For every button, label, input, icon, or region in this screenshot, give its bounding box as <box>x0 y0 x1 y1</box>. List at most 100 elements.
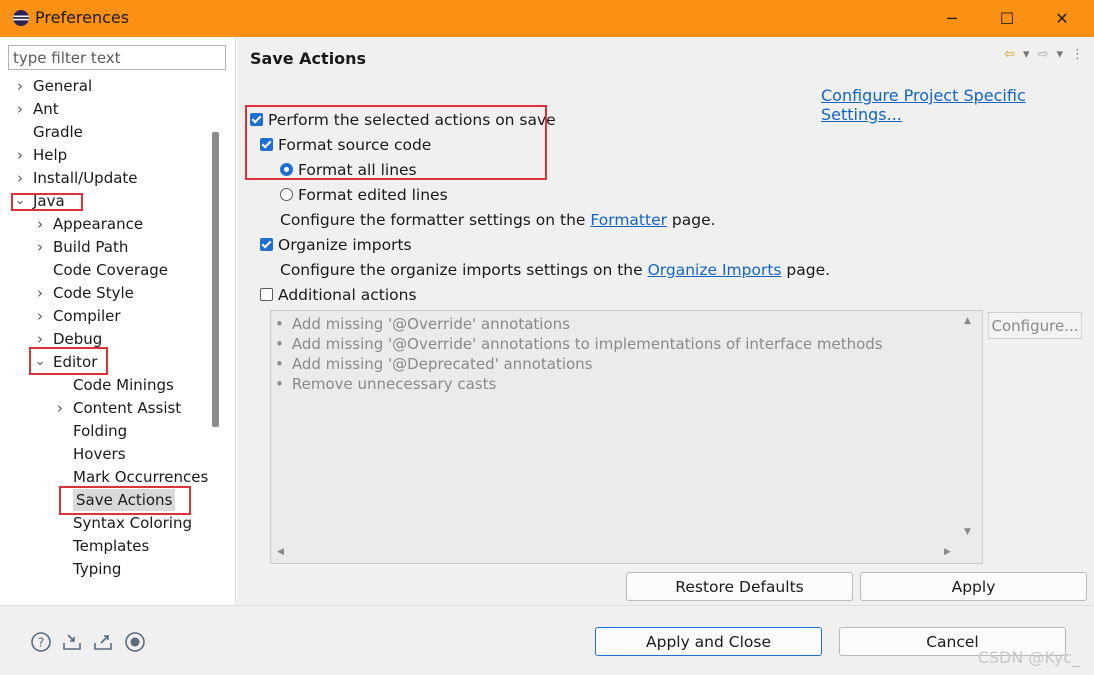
minimize-icon: ─ <box>947 9 957 28</box>
tree-item-label: Code Minings <box>73 376 174 394</box>
list-item[interactable]: Add missing '@Deprecated' annotations <box>275 354 593 374</box>
record-icon[interactable] <box>124 631 146 653</box>
additional-actions-row[interactable]: Additional actions <box>260 284 417 306</box>
import-icon[interactable] <box>61 631 83 653</box>
tree-item-label: Compiler <box>53 307 121 325</box>
window-title: Preferences <box>35 8 130 27</box>
perform-on-save-row[interactable]: Perform the selected actions on save <box>250 109 556 131</box>
tree-item-label: Mark Occurrences <box>73 468 208 486</box>
organize-imports-checkbox[interactable] <box>260 238 273 251</box>
tree-item-label: Ant <box>33 100 59 118</box>
formatter-hint-suffix: page. <box>667 211 716 229</box>
chevron-right-icon[interactable]: › <box>13 144 27 166</box>
tree-item-label: Hovers <box>73 445 126 463</box>
maximize-button[interactable]: ☐ <box>977 0 1037 37</box>
scroll-right-icon[interactable]: ▶ <box>944 547 951 557</box>
restore-defaults-button[interactable]: Restore Defaults <box>626 572 853 601</box>
right-panel: Save Actions ⇦ ▾ ⇨ ▾ ⋮ Configure Project… <box>237 37 1094 605</box>
title-bar: Preferences ─ ☐ ✕ <box>0 0 1094 37</box>
organize-hint-prefix: Configure the organize imports settings … <box>280 261 648 279</box>
help-icon[interactable]: ? <box>30 631 52 653</box>
back-menu-chevron-icon[interactable]: ▾ <box>1023 47 1030 62</box>
organize-imports-label: Organize imports <box>278 236 412 254</box>
tree-item-label: Folding <box>73 422 128 440</box>
tree-item-label: Appearance <box>53 215 144 233</box>
chevron-right-icon[interactable]: › <box>13 167 27 189</box>
formatter-hint-prefix: Configure the formatter settings on the <box>280 211 591 229</box>
tree-item-label: Help <box>33 146 68 164</box>
format-edited-lines-row[interactable]: Format edited lines <box>280 184 448 206</box>
chevron-right-icon[interactable]: › <box>33 282 47 304</box>
additional-actions-checkbox[interactable] <box>260 288 273 301</box>
minimize-button[interactable]: ─ <box>922 0 982 37</box>
close-button[interactable]: ✕ <box>1032 0 1092 37</box>
tree-item-label: Install/Update <box>33 169 138 187</box>
scroll-down-icon[interactable]: ▼ <box>964 527 971 537</box>
scroll-up-icon[interactable]: ▲ <box>964 316 971 326</box>
page-title: Save Actions <box>250 49 367 68</box>
navigation-icons: ⇦ ▾ ⇨ ▾ ⋮ <box>1004 47 1084 62</box>
chevron-right-icon[interactable]: › <box>33 213 47 235</box>
additional-actions-list[interactable]: Add missing '@Override' annotations Add … <box>270 310 983 564</box>
organize-imports-hint: Configure the organize imports settings … <box>280 259 830 281</box>
list-item[interactable]: Remove unnecessary casts <box>275 374 496 394</box>
chevron-right-icon[interactable]: › <box>33 328 47 350</box>
format-source-row[interactable]: Format source code <box>260 134 431 156</box>
perform-on-save-label: Perform the selected actions on save <box>268 111 556 129</box>
tree-item-label: Build Path <box>53 238 129 256</box>
left-panel: › General › Ant Gradle › Help › Install/Update ⌄ J… <box>0 37 236 636</box>
chevron-right-icon[interactable]: › <box>13 75 27 97</box>
chevron-down-icon[interactable]: ⌄ <box>33 351 47 373</box>
tree-item-label: Typing <box>73 560 122 578</box>
list-item[interactable]: Add missing '@Override' annotations to i… <box>275 334 883 354</box>
tree-vertical-scrollbar[interactable] <box>212 132 219 427</box>
tree-item-label: Syntax Coloring <box>73 514 192 532</box>
tree-item-label: Code Style <box>53 284 134 302</box>
list-item[interactable]: Add missing '@Override' annotations <box>275 314 570 334</box>
close-icon: ✕ <box>1055 9 1069 28</box>
format-source-label: Format source code <box>278 136 432 154</box>
watermark-text: CSDN @Kyc_ <box>977 648 1080 667</box>
apply-and-close-button[interactable]: Apply and Close <box>595 627 822 656</box>
apply-button[interactable]: Apply <box>860 572 1087 601</box>
tree-item-label: Code Coverage <box>53 261 169 279</box>
format-all-lines-radio[interactable] <box>280 163 293 176</box>
organize-imports-link[interactable]: Organize Imports <box>648 261 782 279</box>
chevron-right-icon[interactable]: › <box>33 236 47 258</box>
preference-tree: › General › Ant Gradle › Help › Install/Update ⌄ J… <box>0 75 208 625</box>
chevron-down-icon[interactable]: ⌄ <box>13 190 27 212</box>
eclipse-app-icon <box>13 10 29 26</box>
format-source-checkbox[interactable] <box>260 138 273 151</box>
tree-item-label: Templates <box>73 537 150 555</box>
tree-item-label: Gradle <box>33 123 83 141</box>
formatter-link[interactable]: Formatter <box>590 211 667 229</box>
tree-item-label: Editor <box>53 353 98 371</box>
format-edited-lines-radio[interactable] <box>280 188 293 201</box>
view-menu-icon[interactable]: ⋮ <box>1071 47 1084 62</box>
tree-item-label: Java <box>33 192 65 210</box>
format-edited-lines-label: Format edited lines <box>298 186 448 204</box>
chevron-right-icon[interactable]: › <box>33 305 47 327</box>
scroll-left-icon[interactable]: ◀ <box>277 547 284 557</box>
configure-button[interactable]: Configure... <box>988 312 1082 339</box>
back-arrow-icon[interactable]: ⇦ <box>1004 47 1015 62</box>
organize-hint-suffix: page. <box>781 261 831 279</box>
chevron-right-icon[interactable]: › <box>13 98 27 120</box>
tree-item-label: General <box>33 77 93 95</box>
additional-actions-label: Additional actions <box>278 286 417 304</box>
maximize-icon: ☐ <box>999 9 1015 28</box>
chevron-right-icon[interactable]: › <box>53 397 67 419</box>
svg-text:?: ? <box>38 636 44 650</box>
format-all-lines-row[interactable]: Format all lines <box>280 159 417 181</box>
forward-arrow-icon[interactable]: ⇨ <box>1038 47 1049 62</box>
filter-input[interactable] <box>8 45 226 70</box>
formatter-hint: Configure the formatter settings on the … <box>280 209 716 231</box>
export-icon[interactable] <box>92 631 114 653</box>
configure-project-settings-link[interactable]: Configure Project Specific Settings... <box>821 86 1094 124</box>
format-all-lines-label: Format all lines <box>298 161 417 179</box>
perform-on-save-checkbox[interactable] <box>250 113 263 126</box>
forward-menu-chevron-icon[interactable]: ▾ <box>1056 47 1063 62</box>
tree-item-label: Save Actions <box>73 489 176 511</box>
organize-imports-row[interactable]: Organize imports <box>260 234 412 256</box>
bottom-bar: ? Apply and Close Cancel <box>0 605 1094 675</box>
